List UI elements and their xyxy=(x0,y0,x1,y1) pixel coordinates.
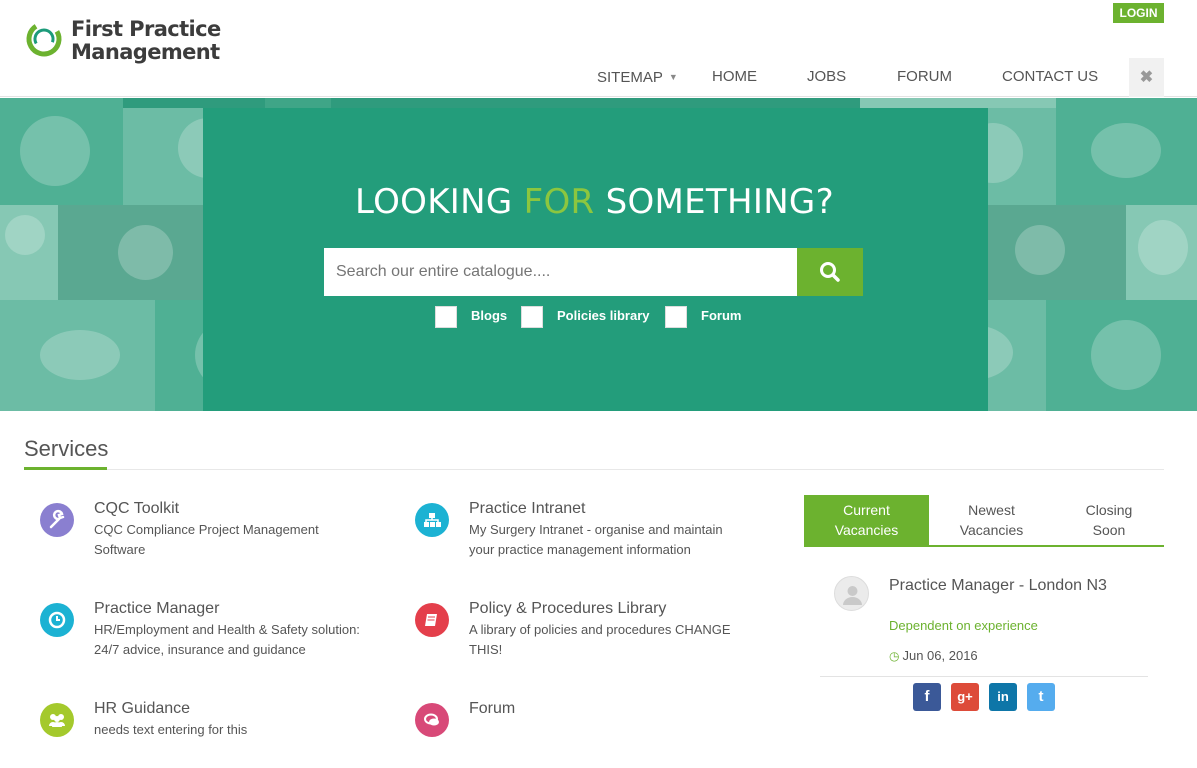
filter-label-policies-library: Policies library xyxy=(557,308,650,323)
tab-label-line: Current xyxy=(843,502,890,518)
nav-item-contact-us[interactable]: CONTACT US xyxy=(1002,58,1098,96)
vacancies-tabs: Current Vacancies Newest Vacancies Closi… xyxy=(804,495,1164,547)
tab-newest-vacancies[interactable]: Newest Vacancies xyxy=(929,495,1054,545)
service-desc-line: HR/Employment and Health & Safety soluti… xyxy=(94,622,360,637)
nav-item-sitemap[interactable]: SITEMAP ▼ xyxy=(597,58,678,97)
service-desc-practice-intranet: My Surgery Intranet - organise and maint… xyxy=(469,520,723,560)
divider xyxy=(820,676,1148,677)
filter-checkbox-policies-library[interactable] xyxy=(521,306,543,328)
book-icon[interactable] xyxy=(415,603,449,637)
search-input[interactable] xyxy=(324,248,797,296)
nav-item-label: SITEMAP xyxy=(597,69,663,86)
tab-closing-soon[interactable]: Closing Soon xyxy=(1054,495,1164,545)
service-desc-line: CQC Compliance Project Management xyxy=(94,522,319,537)
nav-item-forum[interactable]: FORUM xyxy=(897,58,952,96)
nav-item-home[interactable]: HOME xyxy=(712,58,757,96)
service-desc-line: 24/7 advice, insurance and guidance xyxy=(94,642,306,657)
service-desc-cqc-toolkit: CQC Compliance Project Management Softwa… xyxy=(94,520,319,560)
service-desc-policy-procedures-library: A library of policies and procedures CHA… xyxy=(469,620,731,660)
tab-label-line: Vacancies xyxy=(834,522,899,538)
divider xyxy=(24,469,1164,470)
service-title-cqc-toolkit[interactable]: CQC Toolkit xyxy=(94,500,179,518)
google-plus-icon[interactable]: g+ xyxy=(951,683,979,711)
logo-line-1: First Practice xyxy=(71,17,221,41)
tab-label-line: Closing xyxy=(1085,502,1133,518)
filter-label-blogs: Blogs xyxy=(471,308,508,323)
service-title-hr-guidance[interactable]: HR Guidance xyxy=(94,700,190,718)
filter-label-forum: Forum xyxy=(701,308,742,323)
service-desc-line: A library of policies and procedures CHA… xyxy=(469,622,731,637)
login-button[interactable]: LOGIN xyxy=(1113,3,1164,23)
services-heading: Services xyxy=(24,436,109,461)
logo-ring-icon xyxy=(26,21,62,57)
tab-label-line: Soon xyxy=(1092,522,1126,538)
twitter-icon[interactable]: t xyxy=(1027,683,1055,711)
filter-checkbox-blogs[interactable] xyxy=(435,306,457,328)
sitemap-icon[interactable] xyxy=(415,503,449,537)
hero-photo-tile xyxy=(860,98,1056,108)
clock-icon[interactable] xyxy=(40,603,74,637)
hero-photo-tile xyxy=(1046,300,1197,411)
service-title-practice-manager[interactable]: Practice Manager xyxy=(94,600,219,618)
search-icon xyxy=(820,262,840,282)
vacancy-date: ◷ Jun 06, 2016 xyxy=(889,648,978,663)
facebook-icon[interactable]: f xyxy=(913,683,941,711)
hero-photo-tile xyxy=(0,300,155,411)
logo-line-2: Management xyxy=(71,40,220,64)
linkedin-icon[interactable]: in xyxy=(989,683,1017,711)
hero-photo-tile xyxy=(265,98,331,108)
service-desc-line: My Surgery Intranet - organise and maint… xyxy=(469,522,723,537)
tab-current-vacancies[interactable]: Current Vacancies xyxy=(804,495,929,545)
search-button[interactable] xyxy=(797,248,863,296)
service-desc-practice-manager: HR/Employment and Health & Safety soluti… xyxy=(94,620,360,660)
hero-title-part-1: LOOKING xyxy=(355,182,524,222)
close-icon[interactable]: ✖ xyxy=(1129,58,1164,97)
service-title-forum[interactable]: Forum xyxy=(469,700,515,718)
filter-checkbox-forum[interactable] xyxy=(665,306,687,328)
logo[interactable]: First Practice Management xyxy=(24,18,221,64)
service-desc-line: THIS! xyxy=(469,642,503,657)
site-header: First Practice Management LOGIN SITEMAP ▼… xyxy=(0,0,1197,97)
chevron-down-icon: ▼ xyxy=(668,72,678,82)
vacancy-title[interactable]: Practice Manager - London N3 xyxy=(889,577,1129,595)
vacancy-salary: Dependent on experience xyxy=(889,618,1038,633)
logo-text: First Practice Management xyxy=(71,18,221,64)
wrench-icon[interactable] xyxy=(40,503,74,537)
nav-item-jobs[interactable]: JOBS xyxy=(807,58,846,96)
users-icon[interactable] xyxy=(40,703,74,737)
service-desc-line: Software xyxy=(94,542,146,557)
vacancy-date-text: Jun 06, 2016 xyxy=(902,648,978,663)
service-desc-hr-guidance: needs text entering for this xyxy=(94,720,247,740)
tab-label-line: Newest xyxy=(968,502,1015,518)
clock-icon: ◷ xyxy=(889,649,900,663)
hero-title-part-2: SOMETHING? xyxy=(594,182,834,222)
service-title-practice-intranet[interactable]: Practice Intranet xyxy=(469,500,586,518)
user-icon xyxy=(843,586,862,605)
avatar xyxy=(834,576,869,611)
hero-title-highlight: FOR xyxy=(523,182,595,222)
comments-icon[interactable] xyxy=(415,703,449,737)
services-heading-underline xyxy=(24,467,107,470)
service-desc-line: your practice management information xyxy=(469,542,691,557)
service-title-policy-procedures-library[interactable]: Policy & Procedures Library xyxy=(469,600,666,618)
hero-title: LOOKING FOR SOMETHING? xyxy=(0,182,1189,222)
tab-label-line: Vacancies xyxy=(959,522,1024,538)
service-desc-line: needs text entering for this xyxy=(94,722,248,737)
